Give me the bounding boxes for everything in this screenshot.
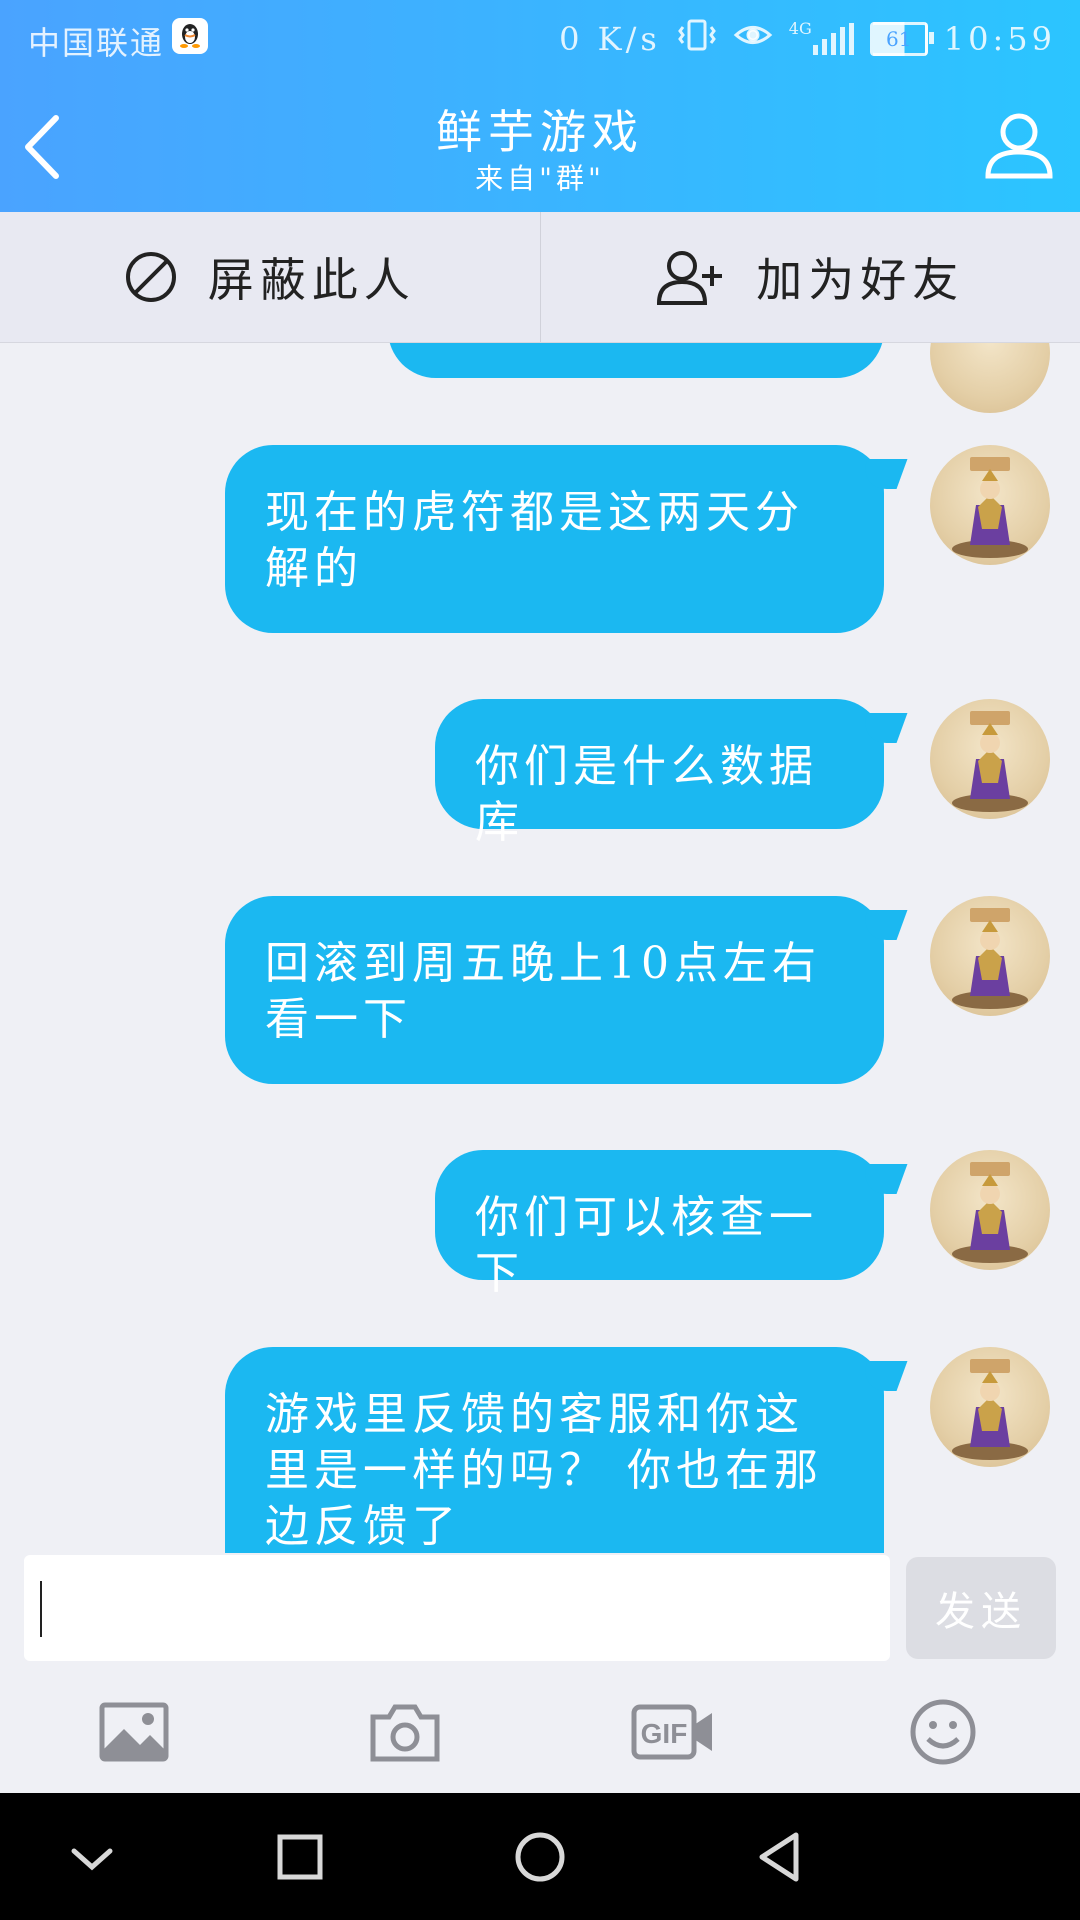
back-triangle-icon[interactable] (750, 1829, 810, 1889)
status-indicators: 0 K/s 4G 61 10:59 (559, 18, 1056, 60)
add-friend-label: 加为好友 (756, 253, 965, 307)
eye-comfort-icon (733, 20, 773, 58)
message-text: 你们是什么数据库 (475, 741, 818, 848)
message-bubble[interactable]: 游戏里反馈的客服和你这里是一样的吗？ 你也在那边反馈了 (225, 1347, 884, 1553)
message-bubble[interactable]: 回滚到周五晚上10点左右看一下 (225, 896, 884, 1084)
signal-icon: 4G (789, 19, 854, 55)
block-icon (125, 252, 176, 302)
header: 中国联通 0 K/s 4G 61 10:59 鲜芋游戏 来自"群" (0, 0, 1080, 212)
system-nav-bar (0, 1793, 1080, 1920)
compose-bar: 发送 (0, 1553, 1080, 1663)
recent-apps-icon[interactable] (270, 1829, 330, 1889)
network-speed: 0 K/s (559, 20, 661, 58)
chat-title-block: 鲜芋游戏 来自"群" (0, 102, 1080, 196)
qq-notification-icon (172, 18, 208, 54)
message-bubble[interactable]: 现在的虎符都是这两天分解的 (225, 445, 884, 633)
block-user-button[interactable]: 屏蔽此人 (0, 212, 540, 342)
gif-icon[interactable]: GIF (630, 1697, 716, 1767)
stranger-action-bar: 屏蔽此人 加为好友 (0, 212, 1080, 343)
emoji-icon[interactable] (908, 1697, 978, 1767)
avatar[interactable] (930, 699, 1050, 819)
avatar[interactable] (930, 445, 1050, 565)
add-friend-button[interactable]: 加为好友 (539, 212, 1080, 342)
message-text: 现在的虎符都是这两天分解的 (265, 487, 804, 594)
battery-icon: 61 (869, 22, 934, 56)
message-text: 回滚到周五晚上10点左右看一下 (265, 938, 821, 1045)
avatar[interactable] (930, 896, 1050, 1016)
text-caret (40, 1581, 42, 1637)
camera-icon[interactable] (367, 1697, 443, 1767)
message-bubble[interactable]: 你们可以核查一下 (435, 1150, 884, 1299)
person-icon (985, 113, 1053, 179)
add-person-icon (657, 251, 723, 305)
battery-level: 61 (886, 27, 912, 51)
network-type: 4G (788, 19, 812, 38)
carrier-name: 中国联通 (28, 24, 165, 62)
compose-toolbar: GIF (0, 1663, 1080, 1793)
gif-label: GIF (641, 1718, 688, 1749)
send-button[interactable]: 发送 (906, 1557, 1056, 1659)
vibrate-icon (677, 18, 717, 60)
chat-subtitle: 来自"群" (475, 162, 605, 195)
block-user-label: 屏蔽此人 (207, 253, 416, 307)
avatar[interactable] (930, 343, 1050, 413)
message-bubble[interactable]: 你们是什么数据库 (435, 699, 884, 848)
chevron-down-icon[interactable] (62, 1829, 122, 1889)
message-bubble[interactable] (388, 343, 884, 378)
status-bar: 中国联通 0 K/s 4G 61 10:59 (0, 0, 1080, 78)
clock: 10:59 (943, 20, 1056, 58)
message-text: 你们可以核查一下 (475, 1192, 818, 1299)
message-list[interactable]: 现在的虎符都是这两天分解的 你们是什么数据库 回滚到周五晚上10点左右看一下 你… (0, 343, 1080, 1553)
chat-title: 鲜芋游戏 (436, 105, 644, 159)
message-input[interactable] (24, 1555, 890, 1661)
home-icon[interactable] (510, 1829, 570, 1889)
profile-button[interactable] (982, 108, 1056, 182)
message-text: 游戏里反馈的客服和你这里是一样的吗？ 你也在那边反馈了 (265, 1389, 823, 1552)
image-icon[interactable] (96, 1697, 172, 1767)
avatar[interactable] (930, 1150, 1050, 1270)
avatar[interactable] (930, 1347, 1050, 1467)
